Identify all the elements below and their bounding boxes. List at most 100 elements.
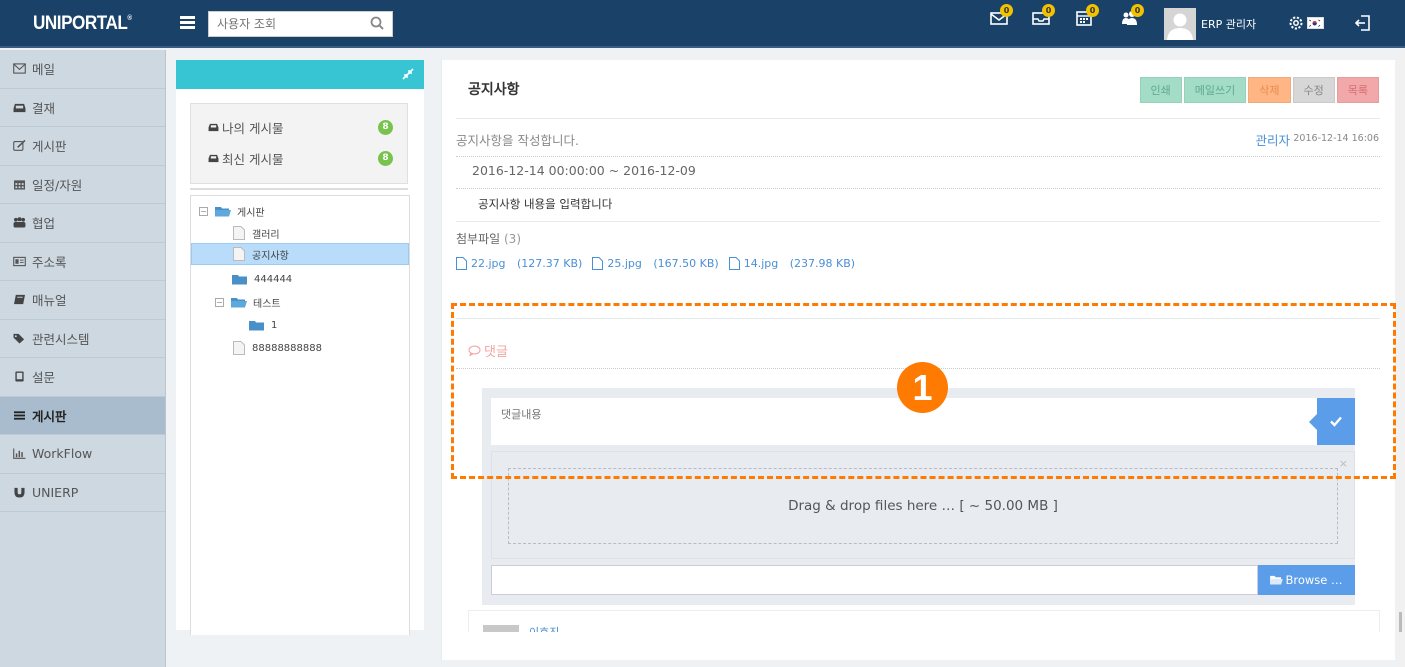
inbox-icon	[208, 154, 219, 162]
divider	[456, 118, 1380, 119]
sidebar-item-mail[interactable]: 메일	[0, 50, 165, 89]
my-posts-count: 8	[378, 119, 393, 135]
tree-node-444444[interactable]: 444444	[232, 268, 292, 290]
tree-node-board[interactable]: − 게시판	[199, 200, 265, 222]
commenter-name[interactable]: 이효진	[529, 624, 559, 632]
attachment-size: (237.98 KB)	[789, 257, 856, 270]
comment-list: 이효진	[468, 610, 1380, 632]
tree-node-label: 공지사항	[252, 250, 289, 262]
tree-node-label: 게시판	[237, 207, 265, 219]
recent-posts-link[interactable]: 최신 게시물 8	[208, 148, 393, 168]
approval-notification[interactable]: 0	[1032, 4, 1056, 28]
my-posts-box: 나의 게시물 8 최신 게시물 8	[190, 103, 408, 184]
tree-node-test[interactable]: − 테스트	[215, 291, 281, 313]
approval-badge: 0	[1042, 4, 1055, 17]
attachments-label: 첨부파일 (3)	[456, 230, 521, 247]
post-detail: 공지사항 인쇄 메일쓰기 삭제 수정 목록 공지사항을 작성합니다. 관리자 2…	[441, 60, 1395, 660]
tree-node-gallery[interactable]: 갤러리	[233, 222, 280, 244]
file-drop-zone[interactable]: × Drag & drop files here … [ ~ 50.00 MB …	[491, 451, 1355, 559]
sidebar-item-label: 메일	[32, 62, 56, 78]
tree-node-88888888888[interactable]: 88888888888	[233, 337, 322, 359]
file-path-input[interactable]	[491, 565, 1258, 595]
sidebar-item-label: UNIERP	[32, 484, 79, 500]
sidebar-item-board[interactable]: 게시판	[0, 127, 165, 166]
drop-area[interactable]: Drag & drop files here … [ ~ 50.00 MB ]	[508, 468, 1338, 544]
sidebar-item-related-systems[interactable]: 관련시스템	[0, 320, 165, 358]
sidebar-item-workflow[interactable]: WorkFlow	[0, 435, 165, 474]
annotation-callout-number: 1	[897, 362, 948, 413]
sidebar-item-board-active[interactable]: 게시판	[0, 396, 165, 435]
top-header: UNIPORTAL® 0 0 0 0 ERP 관리자	[0, 0, 1405, 48]
users-notification[interactable]: 0	[1121, 4, 1145, 28]
attachment-item[interactable]: 22.jpg (127.37 KB)	[456, 257, 582, 270]
sidebar-nav: 메일 결재 게시판 일정/자원 협업 주소록 매뉴얼 관련시스템 설문 게시판 …	[0, 50, 166, 667]
inbox-icon	[12, 101, 26, 113]
sidebar-item-label: 게시판	[32, 139, 67, 155]
divider	[456, 188, 1380, 189]
page-scrollbar[interactable]	[1397, 52, 1405, 667]
collapse-toggle-icon[interactable]: −	[199, 206, 208, 216]
attachment-name: 14.jpg	[743, 257, 779, 270]
post-author[interactable]: 관리자	[1255, 130, 1290, 149]
compress-icon[interactable]	[402, 68, 414, 80]
write-mail-button[interactable]: 메일쓰기	[1183, 77, 1247, 103]
user-silhouette-icon	[1167, 13, 1193, 40]
book-icon	[12, 294, 26, 306]
edit-icon	[12, 140, 26, 152]
scrollbar-thumb[interactable]	[1399, 612, 1402, 632]
tree-node-1[interactable]: 1	[249, 314, 277, 336]
logout-icon[interactable]	[1353, 13, 1373, 33]
tree-node-notice[interactable]: 공지사항	[191, 243, 409, 265]
user-name[interactable]: ERP 관리자	[1201, 16, 1256, 32]
close-icon[interactable]: ×	[1339, 457, 1348, 470]
sidebar-item-approval[interactable]: 결재	[0, 89, 165, 127]
search-icon[interactable]	[370, 16, 384, 30]
browse-button[interactable]: Browse …	[1258, 565, 1355, 595]
calendar-notification[interactable]: 0	[1076, 4, 1100, 28]
user-search-input[interactable]	[209, 12, 359, 36]
file-icon	[592, 257, 604, 270]
logo[interactable]: UNIPORTAL®	[33, 13, 132, 35]
folder-open-icon	[231, 297, 247, 307]
users-badge: 0	[1131, 4, 1144, 17]
sidebar-item-survey[interactable]: 설문	[0, 358, 165, 397]
my-posts-link[interactable]: 나의 게시물 8	[208, 117, 393, 137]
menu-toggle-icon[interactable]	[180, 16, 195, 30]
sidebar-item-collaboration[interactable]: 협업	[0, 204, 165, 243]
list-icon	[12, 409, 26, 421]
attachment-item[interactable]: 14.jpg (237.98 KB)	[728, 257, 856, 270]
sidebar-item-label: 협업	[32, 216, 56, 232]
sidebar-item-unierp[interactable]: UNIERP	[0, 474, 165, 512]
sidebar-item-manual[interactable]: 매뉴얼	[0, 281, 165, 320]
bar-chart-icon	[12, 448, 26, 460]
attachment-name: 22.jpg	[471, 257, 506, 270]
print-button[interactable]: 인쇄	[1139, 77, 1182, 103]
board-tree-panel: 나의 게시물 8 최신 게시물 8 − 게시판 갤러리 공지사항 444444 …	[176, 60, 424, 635]
divider	[456, 156, 1380, 157]
attachment-list: 22.jpg (127.37 KB) 25.jpg (167.50 KB) 14…	[456, 257, 855, 270]
board-tree: − 게시판 갤러리 공지사항 444444 − 테스트 1 8888888888…	[190, 195, 410, 635]
list-button[interactable]: 목록	[1336, 77, 1379, 103]
user-avatar[interactable]	[1164, 8, 1196, 40]
sidebar-item-schedule[interactable]: 일정/자원	[0, 166, 165, 204]
comment-submit-button[interactable]	[1309, 398, 1355, 445]
folder-open-icon	[215, 206, 231, 216]
mail-notification[interactable]: 0	[990, 4, 1014, 28]
drop-hint: Drag & drop files here … [ ~ 50.00 MB ]	[788, 498, 1058, 514]
calendar-badge: 0	[1086, 4, 1099, 17]
delete-button[interactable]: 삭제	[1248, 77, 1291, 103]
korea-flag-icon[interactable]	[1307, 17, 1324, 29]
collapse-toggle-icon[interactable]: −	[215, 297, 224, 307]
edit-button[interactable]: 수정	[1292, 77, 1335, 103]
browse-label: Browse …	[1285, 573, 1343, 587]
gear-icon[interactable]	[1287, 14, 1305, 32]
sidebar-item-address-book[interactable]: 주소록	[0, 243, 165, 281]
sidebar-item-label: 주소록	[32, 254, 67, 270]
tree-node-label: 444444	[254, 273, 293, 285]
attachment-item[interactable]: 25.jpg (167.50 KB)	[592, 257, 719, 270]
recent-posts-count: 8	[378, 150, 393, 166]
file-icon	[233, 247, 245, 261]
file-icon	[456, 257, 467, 270]
divider	[456, 221, 1380, 222]
tree-node-label: 88888888888	[252, 342, 322, 354]
